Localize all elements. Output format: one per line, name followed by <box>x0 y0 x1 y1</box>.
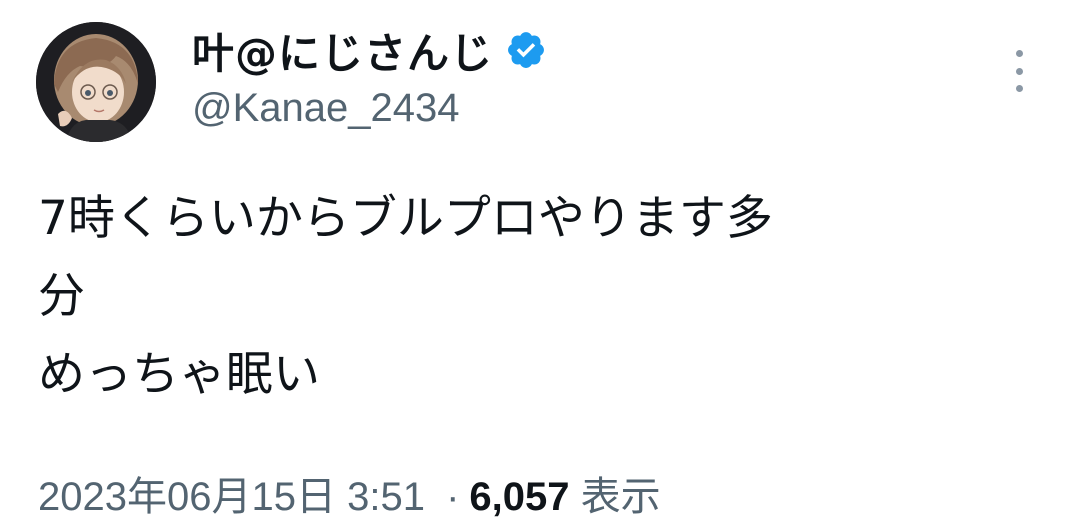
tweet-meta: 2023年06月15日 3:51 · 6,057 表示 <box>38 464 661 522</box>
tweet-date[interactable]: 2023年06月15日 <box>38 475 336 519</box>
avatar-image <box>36 22 156 142</box>
tweet-text: 7時くらいからブルプロやります多 分 めっちゃ眠い <box>38 180 1038 414</box>
tweet-text-line: めっちゃ眠い <box>38 347 320 402</box>
meta-separator: · <box>446 475 460 519</box>
author-handle[interactable]: @Kanae_2434 <box>192 86 460 131</box>
views-label: 表示 <box>580 475 661 519</box>
author-name-row: 叶@にじさんじ <box>192 22 547 78</box>
author-display-name[interactable]: 叶@にじさんじ <box>192 20 493 81</box>
tweet-card: 叶@にじさんじ @Kanae_2434 7時くらいからブルプロやります多 分 め… <box>0 0 1079 530</box>
views-count[interactable]: 6,057 <box>469 475 569 519</box>
tweet-text-line: 分 <box>38 269 85 324</box>
tweet-text-line: 7時くらいからブルプロやります多 <box>38 191 773 246</box>
more-dot <box>1015 50 1023 57</box>
verified-badge-icon <box>505 29 547 71</box>
more-dot <box>1015 67 1023 75</box>
avatar[interactable] <box>36 22 156 142</box>
more-vertical-icon[interactable] <box>1004 50 1034 92</box>
tweet-time[interactable]: 3:51 <box>347 475 425 519</box>
more-dot <box>1015 85 1023 92</box>
